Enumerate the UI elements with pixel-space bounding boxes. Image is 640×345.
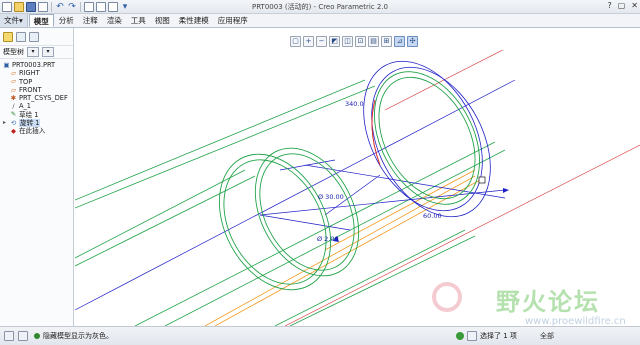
zoom-out-icon[interactable]: −: [316, 36, 327, 47]
tab-applications[interactable]: 应用程序: [214, 14, 252, 27]
repaint-icon[interactable]: ◩: [329, 36, 340, 47]
tree-show-icon[interactable]: ▾: [42, 47, 54, 57]
datum-display-icon[interactable]: ⊞: [381, 36, 392, 47]
datum-plane-icon: ▱: [11, 68, 16, 77]
tree-item-top[interactable]: ▱ TOP: [0, 78, 73, 86]
tree-item-label: TOP: [19, 77, 33, 86]
tab-model[interactable]: 模型: [28, 14, 54, 27]
tree-item-label: 旋转 1: [19, 119, 41, 128]
refit-icon[interactable]: ▢: [290, 36, 301, 47]
navigator-tabs: [0, 28, 73, 46]
watermark-logo-icon: [432, 282, 462, 312]
dimension-label[interactable]: 340.0: [345, 100, 364, 108]
status-message: 隐藏模型显示为灰色。: [43, 332, 113, 340]
maximize-button[interactable]: ▢: [618, 1, 626, 10]
navigator-toggle-icon[interactable]: [4, 331, 14, 341]
window-controls: ? ▢ ✕: [607, 1, 638, 10]
datum-plane-icon: ▱: [11, 77, 16, 86]
tree-header-label: 模型树: [3, 48, 24, 56]
tab-tools[interactable]: 工具: [127, 14, 150, 27]
tab-flexible-modeling[interactable]: 柔性建模: [175, 14, 213, 27]
construction-lines: [75, 79, 516, 311]
watermark-text: 野火论坛: [496, 288, 600, 316]
tree-item-insert-here[interactable]: ◆ 在此插入: [0, 127, 73, 135]
tab-file[interactable]: 文件▾: [0, 14, 28, 27]
zoom-in-icon[interactable]: +: [303, 36, 314, 47]
tree-item-label: 在此插入: [19, 127, 46, 136]
tree-item-label: A_1: [19, 102, 32, 111]
status-bar: 隐藏模型显示为灰色。 选择了 1 项 全部: [0, 326, 640, 345]
message-area: 隐藏模型显示为灰色。: [34, 331, 113, 341]
tree-header: 模型树 ▾ ▾: [0, 46, 73, 59]
annotation-display-icon[interactable]: ⊿: [394, 36, 405, 47]
folder-browser-tab-icon[interactable]: [16, 31, 26, 42]
selection-handle: [478, 176, 486, 184]
insert-here-icon: ◆: [11, 127, 16, 136]
dimension-arrows: [333, 188, 509, 242]
model-tree-tab-icon[interactable]: [3, 31, 13, 42]
tree-settings-icon[interactable]: ▾: [27, 47, 39, 57]
part-icon: ▣: [3, 60, 10, 69]
tree-item-label: PRT0003.PRT: [12, 61, 56, 69]
selection-count[interactable]: 选择了 1 项: [480, 331, 517, 341]
tree-item-label: PRT_CSYS_DEF: [19, 94, 68, 103]
dimension-label[interactable]: Ø 30.00: [318, 193, 344, 201]
dimension-label[interactable]: Ø 2.00: [317, 235, 339, 243]
tree-item-label: RIGHT: [19, 69, 40, 78]
window-title: PRT0003 (活动的) - Creo Parametric 2.0: [251, 3, 389, 11]
view-manager-icon[interactable]: ▤: [368, 36, 379, 47]
title-bar: ↶ ↷ ▾ PRT0003 (活动的) - Creo Parametric 2.…: [0, 0, 640, 14]
csys-icon: ✱: [10, 93, 17, 102]
sketch-icon: ✎: [10, 110, 17, 119]
axis-icon: /: [12, 102, 15, 111]
model-tree: ▣ PRT0003.PRT ▱ RIGHT ▱ TOP ▱ FRONT ✱ PR…: [0, 59, 73, 136]
saved-orientations-icon[interactable]: ⊡: [355, 36, 366, 47]
expand-arrow-icon[interactable]: ▸: [3, 119, 6, 127]
tree-item-front[interactable]: ▱ FRONT: [0, 86, 73, 94]
tab-analysis[interactable]: 分析: [55, 14, 78, 27]
model-tree-panel: 模型树 ▾ ▾ ▣ PRT0003.PRT ▱ RIGHT ▱ TOP ▱ FR…: [0, 28, 74, 326]
app-window: ↶ ↷ ▾ PRT0003 (活动的) - Creo Parametric 2.…: [0, 0, 640, 345]
forum-watermark: 野火论坛 www.proewildfire.cn: [430, 280, 635, 330]
display-style-icon[interactable]: ◫: [342, 36, 353, 47]
tree-item-label: FRONT: [19, 85, 42, 94]
tab-view[interactable]: 视图: [151, 14, 174, 27]
dimension-label[interactable]: 60.00: [423, 212, 442, 220]
selection-filter[interactable]: 全部: [540, 331, 554, 341]
graphics-toolbar: ▢ + − ◩ ◫ ⊡ ▤ ⊞ ⊿ ✣: [290, 36, 418, 49]
revolve-icon: ⟲: [10, 118, 17, 127]
selection-info: 选择了 1 项: [456, 331, 517, 341]
favorites-tab-icon[interactable]: [29, 31, 39, 42]
spin-center-icon[interactable]: ✣: [407, 36, 418, 47]
ribbon-tab-bar: 文件▾ 模型 分析 注释 渲染 工具 视图 柔性建模 应用程序: [0, 14, 640, 28]
regeneration-status-icon: [456, 332, 464, 340]
close-button[interactable]: ✕: [631, 1, 638, 10]
tree-item-revolve[interactable]: ▸ ⟲ 旋转 1: [0, 118, 73, 128]
tree-item-label: 草绘 1: [19, 110, 39, 119]
smart-selection-icon[interactable]: [467, 331, 477, 341]
tab-annotate[interactable]: 注释: [79, 14, 102, 27]
tab-render[interactable]: 渲染: [103, 14, 126, 27]
browser-toggle-icon[interactable]: [18, 331, 28, 341]
tree-item-sketch[interactable]: ✎ 草绘 1: [0, 111, 73, 119]
datum-plane-icon: ▱: [11, 85, 16, 94]
tree-item-csys[interactable]: ✱ PRT_CSYS_DEF: [0, 94, 73, 102]
help-button[interactable]: ?: [607, 1, 611, 10]
message-status-icon: [34, 333, 40, 339]
